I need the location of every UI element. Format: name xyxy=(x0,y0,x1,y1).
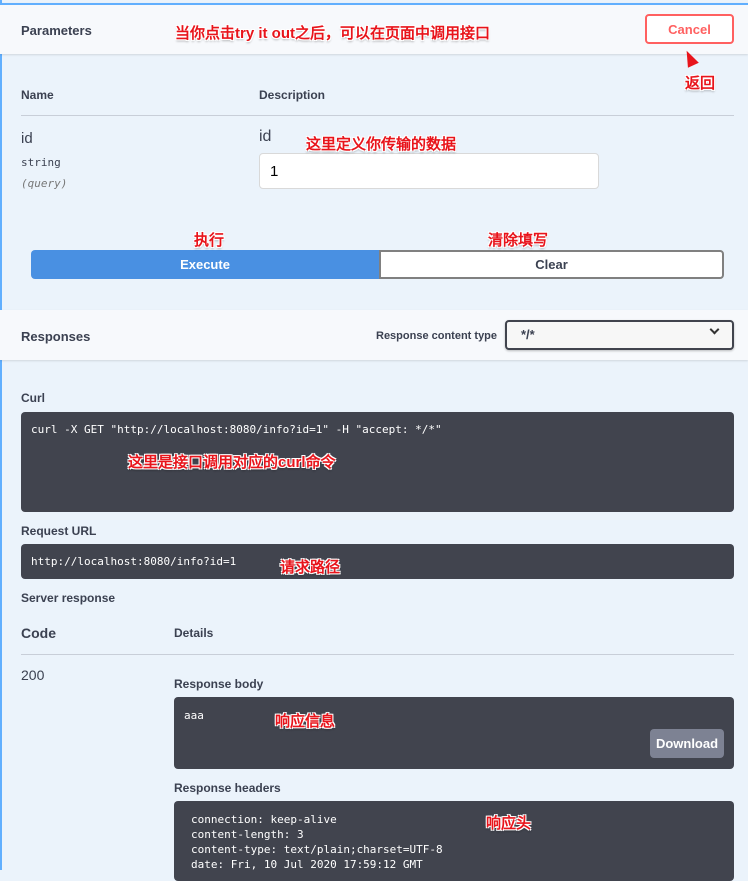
param-description: id xyxy=(259,128,272,145)
request-url-label: Request URL xyxy=(21,524,97,538)
response-code: 200 xyxy=(21,667,45,683)
cancel-button[interactable]: Cancel xyxy=(645,14,734,44)
content-type-value: */* xyxy=(521,327,535,342)
column-code: Code xyxy=(21,625,56,641)
param-type: string xyxy=(21,156,61,169)
annotation-data: 这里定义你传输的数据 xyxy=(306,136,457,153)
column-name: Name xyxy=(21,88,54,102)
column-description: Description xyxy=(259,88,326,102)
annotation-headers: 响应头 xyxy=(486,815,532,832)
id-input[interactable] xyxy=(259,153,599,189)
parameters-title: Parameters xyxy=(21,23,92,38)
headers-list: connection: keep-alive content-length: 3… xyxy=(191,812,443,872)
annotation-path: 请求路径 xyxy=(280,559,341,576)
annotation-info: 响应信息 xyxy=(275,713,336,730)
request-url-block: http://localhost:8080/info?id=1 xyxy=(21,544,734,579)
execute-button[interactable]: Execute xyxy=(31,250,379,279)
column-details: Details xyxy=(174,626,214,640)
section-border xyxy=(0,0,2,870)
chevron-down-icon xyxy=(709,324,720,335)
content-type-label: Response content type xyxy=(376,330,498,342)
annotation-try-it: 当你点击try it out之后，可以在页面中调用接口 xyxy=(175,25,490,42)
download-button[interactable]: Download xyxy=(650,729,724,758)
param-in: (query) xyxy=(21,177,68,190)
header-line: connection: keep-alive xyxy=(191,813,337,826)
response-headers-block: connection: keep-alive content-length: 3… xyxy=(174,801,734,881)
divider xyxy=(21,115,734,116)
response-body: aaa xyxy=(184,709,204,722)
responses-title: Responses xyxy=(21,329,91,344)
content-type-select[interactable]: */* xyxy=(505,320,734,350)
annotation-curl: 这里是接口调用对应的curl命令 xyxy=(128,454,336,471)
curl-label: Curl xyxy=(21,391,45,405)
clear-button[interactable]: Clear xyxy=(379,250,724,279)
response-body-block: aaa Download xyxy=(174,697,734,769)
header-line: content-type: text/plain;charset=UTF-8 xyxy=(191,843,443,856)
header-line: content-length: 3 xyxy=(191,828,304,841)
annotation-back: 返回 xyxy=(685,75,716,92)
curl-command: curl -X GET "http://localhost:8080/info?… xyxy=(31,423,442,436)
annotation-clear: 清除填写 xyxy=(488,232,549,249)
param-name: id xyxy=(21,130,33,147)
response-body-label: Response body xyxy=(174,677,264,691)
request-url: http://localhost:8080/info?id=1 xyxy=(31,555,237,568)
server-response-label: Server response xyxy=(21,591,116,605)
divider xyxy=(21,654,734,655)
annotation-execute: 执行 xyxy=(194,232,225,249)
response-headers-label: Response headers xyxy=(174,781,281,795)
